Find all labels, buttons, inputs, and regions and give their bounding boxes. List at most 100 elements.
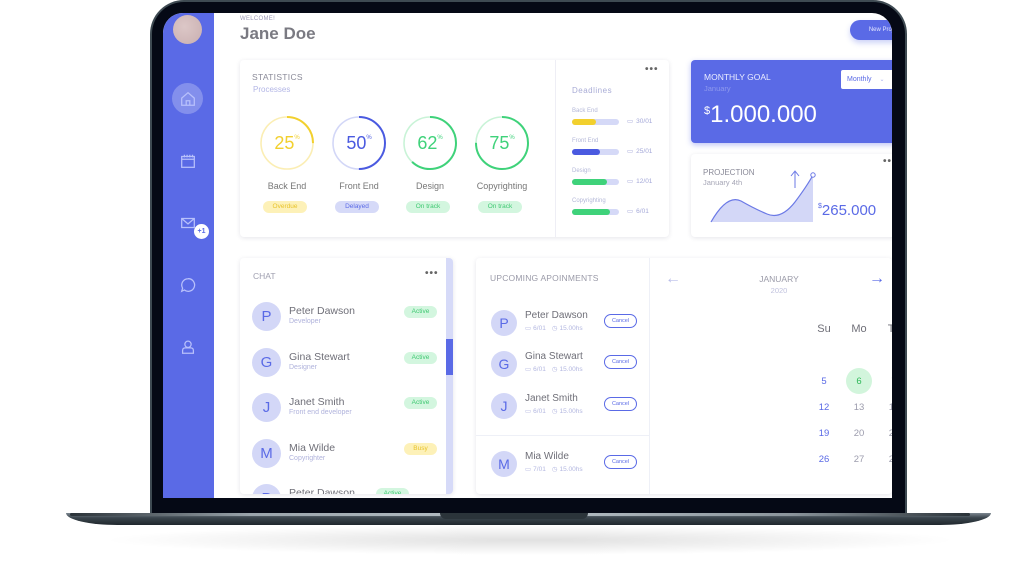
contact-avatar: M: [252, 438, 281, 468]
calendar-day[interactable]: 13: [846, 394, 872, 420]
deadline-progress-fill: [572, 119, 596, 125]
cancel-appointment-button[interactable]: Cancel: [604, 397, 637, 411]
calendar-icon: ▭: [525, 325, 532, 332]
chat-contact[interactable]: P Peter Dawson Active: [240, 480, 446, 494]
calendar-day[interactable]: 7: [881, 368, 892, 394]
sidebar-item-chat[interactable]: [171, 268, 205, 302]
cancel-appointment-button[interactable]: Cancel: [604, 314, 637, 328]
contact-avatar: P: [252, 302, 281, 331]
calendar-day[interactable]: 14: [881, 394, 892, 420]
chat-more-button[interactable]: •••: [425, 268, 439, 279]
statistics-title: STATISTICS: [252, 72, 303, 82]
calendar-icon: ▭: [627, 178, 634, 185]
appointment-date: 6/01: [533, 408, 546, 415]
calendar-icon: ▭: [525, 466, 532, 473]
appointment-name: Gina Stewart: [525, 351, 583, 362]
period-select[interactable]: Monthly ⌄: [841, 70, 892, 89]
chat-scrollbar-thumb[interactable]: [446, 339, 453, 375]
calendar-icon: ▭: [627, 148, 634, 155]
calendar-icon: ▭: [525, 366, 532, 373]
appointment-meta: ▭ 6/01 ◷ 15.00hs: [525, 324, 583, 332]
calendar-day[interactable]: 19: [811, 420, 837, 446]
ring-label: Copyrighting: [476, 181, 528, 191]
cancel-appointment-button[interactable]: Cancel: [604, 355, 637, 369]
appointment-item: G Gina Stewart ▭ 6/01 ◷ 15.00hs Cancel: [476, 350, 649, 380]
calendar-day[interactable]: 12: [811, 394, 837, 420]
dashboard-screen: +1 WELCOME! Jane Doe New Project STATIST…: [163, 13, 892, 498]
deadline-date: ▭ 30/01: [627, 117, 652, 125]
mail-badge: +1: [194, 224, 209, 239]
deadlines-title: Deadlines: [572, 86, 613, 95]
contact-name: Peter Dawson: [289, 487, 355, 494]
status-badge: Active: [404, 397, 437, 409]
ring-percent: 50%: [330, 114, 388, 172]
ring-percent-value: 62: [417, 132, 438, 153]
calendar-day[interactable]: 28: [881, 446, 892, 472]
chat-contact[interactable]: J Janet Smith Front end developer Active: [240, 389, 446, 429]
calendar-day[interactable]: 26: [811, 446, 837, 472]
contact-avatar: G: [252, 347, 281, 377]
chat-scrollbar[interactable]: [446, 258, 453, 494]
chat-bubble-icon: [180, 278, 196, 293]
status-badge: On track: [406, 201, 450, 213]
welcome-label: WELCOME!: [240, 16, 276, 22]
ring-percent: 62%: [401, 114, 459, 172]
cancel-appointment-button[interactable]: Cancel: [604, 455, 637, 469]
calendar-icon: [181, 154, 195, 168]
user-avatar[interactable]: [173, 15, 202, 44]
deadline-label: Front End: [572, 138, 599, 144]
chat-contact[interactable]: G Gina Stewart Designer Active: [240, 344, 446, 384]
appointment-time: 15.00hs: [559, 466, 583, 473]
appointment-avatar: P: [491, 310, 517, 336]
deadline-date: ▭ 12/01: [627, 177, 652, 185]
sidebar-item-calendar[interactable]: [171, 144, 205, 178]
appointment-item: J Janet Smith ▭ 6/01 ◷ 15.00hs Cancel: [476, 392, 649, 422]
monthly-goal-amount: 1.000.000: [710, 101, 817, 128]
monthly-goal-value: $1.000.000: [704, 101, 817, 129]
user-icon: [181, 340, 195, 354]
appointment-avatar: G: [491, 351, 517, 377]
appointment-meta: ▭ 7/01 ◷ 15.00hs: [525, 465, 583, 473]
calendar-weekday: Tu: [887, 323, 892, 335]
calendar-icon: ▭: [627, 118, 634, 125]
projection-more-button[interactable]: •••: [883, 156, 892, 167]
status-badge: Active: [404, 306, 437, 318]
calendar-next-arrow-icon[interactable]: →: [869, 270, 885, 288]
new-project-button[interactable]: New Project: [850, 20, 892, 40]
deadline-date: ▭ 6/01: [627, 207, 649, 215]
appointment-time: 15.00hs: [559, 408, 583, 415]
appointment-time: 15.00hs: [559, 366, 583, 373]
ring-percent-value: 75: [489, 132, 510, 153]
sidebar-item-home[interactable]: [172, 83, 203, 114]
calendar-day[interactable]: 5: [811, 368, 837, 394]
status-badge: Delayed: [335, 201, 379, 213]
deadline-progress-bar: [572, 149, 619, 155]
appointment-avatar: J: [491, 393, 517, 419]
statistics-subtitle: Processes: [253, 85, 291, 94]
deadline-date-value: 25/01: [636, 148, 653, 155]
chat-contact[interactable]: M Mia Wilde Copyrighter Busy: [240, 435, 446, 475]
calendar-day[interactable]: 20: [846, 420, 872, 446]
chat-contact[interactable]: P Peter Dawson Developer Active: [240, 298, 446, 338]
projection-point: [810, 172, 816, 178]
ring-percent-value: 25: [274, 132, 295, 153]
deadline-progress-fill: [572, 149, 601, 155]
deadlines-more-button[interactable]: •••: [645, 64, 659, 75]
calendar-day[interactable]: 27: [846, 446, 872, 472]
ring-percent-value: 50: [346, 132, 367, 153]
clock-icon: ◷: [551, 466, 558, 473]
deadline-date-value: 6/01: [636, 208, 649, 215]
calendar-prev-arrow-icon[interactable]: ←: [665, 270, 681, 288]
calendar-day[interactable]: 21: [881, 420, 892, 446]
sidebar-item-mail[interactable]: +1: [171, 206, 209, 240]
appointment-date: 6/01: [533, 325, 546, 332]
calendar-day[interactable]: 6: [846, 368, 872, 394]
deadline-label: Back End: [572, 108, 598, 114]
deadline-date: ▭ 25/01: [627, 147, 652, 155]
sidebar-item-profile[interactable]: [171, 330, 205, 364]
deadline-progress-bar: [572, 209, 619, 215]
deadline-date-value: 30/01: [636, 118, 653, 125]
calendar-icon: ▭: [627, 208, 634, 215]
ring-percent: 25%: [258, 114, 316, 172]
monthly-goal-card: MONTHLY GOAL January $1.000.000 Monthly …: [691, 60, 892, 143]
